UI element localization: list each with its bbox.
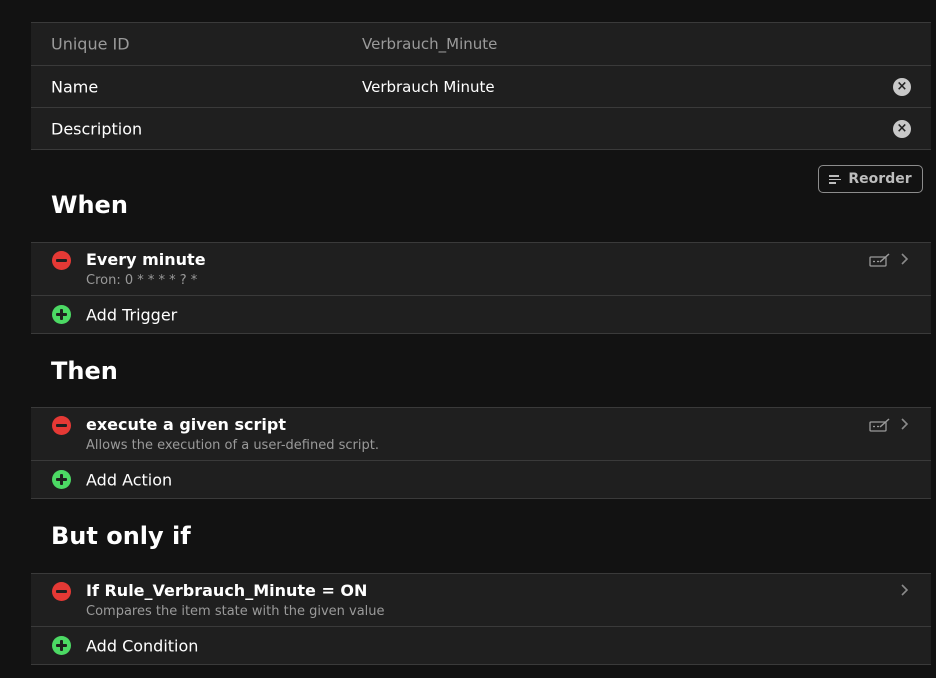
rule-info-list: Unique ID Verbrauch_Minute Name Verbrauc…	[31, 22, 931, 150]
clear-description-icon[interactable]: ×	[893, 119, 911, 138]
trigger-subtitle: Cron: 0 * * * * ? *	[86, 273, 198, 288]
sort-lines-icon	[829, 174, 842, 184]
name-label: Name	[51, 77, 99, 96]
script-edit-icon[interactable]	[869, 418, 891, 432]
trigger-title: Every minute	[86, 250, 206, 269]
then-section-title: Then	[51, 357, 118, 385]
unique-id-value: Verbrauch_Minute	[362, 35, 498, 53]
chevron-right-icon[interactable]	[900, 583, 910, 597]
unique-id-row: Unique ID Verbrauch_Minute	[31, 23, 931, 65]
remove-action-icon[interactable]	[52, 416, 71, 435]
action-title: execute a given script	[86, 415, 286, 434]
add-trigger-label[interactable]: Add Trigger	[86, 305, 177, 324]
action-item[interactable]: execute a given script Allows the execut…	[31, 408, 931, 460]
add-condition-label[interactable]: Add Condition	[86, 636, 198, 655]
add-condition-row[interactable]: Add Condition	[31, 626, 931, 664]
add-action-icon[interactable]	[52, 470, 71, 489]
condition-title: If Rule_Verbrauch_Minute = ON	[86, 581, 368, 600]
chevron-right-icon[interactable]	[900, 417, 910, 431]
chevron-right-icon[interactable]	[900, 252, 910, 266]
name-input[interactable]: Verbrauch Minute	[362, 78, 495, 96]
action-subtitle: Allows the execution of a user-defined s…	[86, 438, 379, 453]
triggers-list: Every minute Cron: 0 * * * * ? * Add Tri…	[31, 242, 931, 334]
description-label: Description	[51, 119, 143, 138]
trigger-item[interactable]: Every minute Cron: 0 * * * * ? *	[31, 243, 931, 295]
add-condition-icon[interactable]	[52, 636, 71, 655]
condition-subtitle: Compares the item state with the given v…	[86, 604, 385, 619]
when-section-title: When	[51, 191, 128, 219]
description-row[interactable]: Description ×	[31, 107, 931, 149]
reorder-label: Reorder	[848, 171, 912, 187]
add-action-label[interactable]: Add Action	[86, 470, 172, 489]
script-edit-icon[interactable]	[869, 253, 891, 267]
condition-section-title: But only if	[51, 522, 191, 550]
reorder-button[interactable]: Reorder	[818, 165, 923, 193]
unique-id-label: Unique ID	[51, 34, 130, 54]
add-trigger-icon[interactable]	[52, 305, 71, 324]
rule-editor-page: Unique ID Verbrauch_Minute Name Verbrauc…	[0, 0, 936, 678]
add-trigger-row[interactable]: Add Trigger	[31, 295, 931, 333]
conditions-list: If Rule_Verbrauch_Minute = ON Compares t…	[31, 573, 931, 665]
remove-condition-icon[interactable]	[52, 582, 71, 601]
clear-name-icon[interactable]: ×	[893, 77, 911, 96]
remove-trigger-icon[interactable]	[52, 251, 71, 270]
add-action-row[interactable]: Add Action	[31, 460, 931, 498]
name-row[interactable]: Name Verbrauch Minute ×	[31, 65, 931, 107]
condition-item[interactable]: If Rule_Verbrauch_Minute = ON Compares t…	[31, 574, 931, 626]
actions-list: execute a given script Allows the execut…	[31, 407, 931, 499]
